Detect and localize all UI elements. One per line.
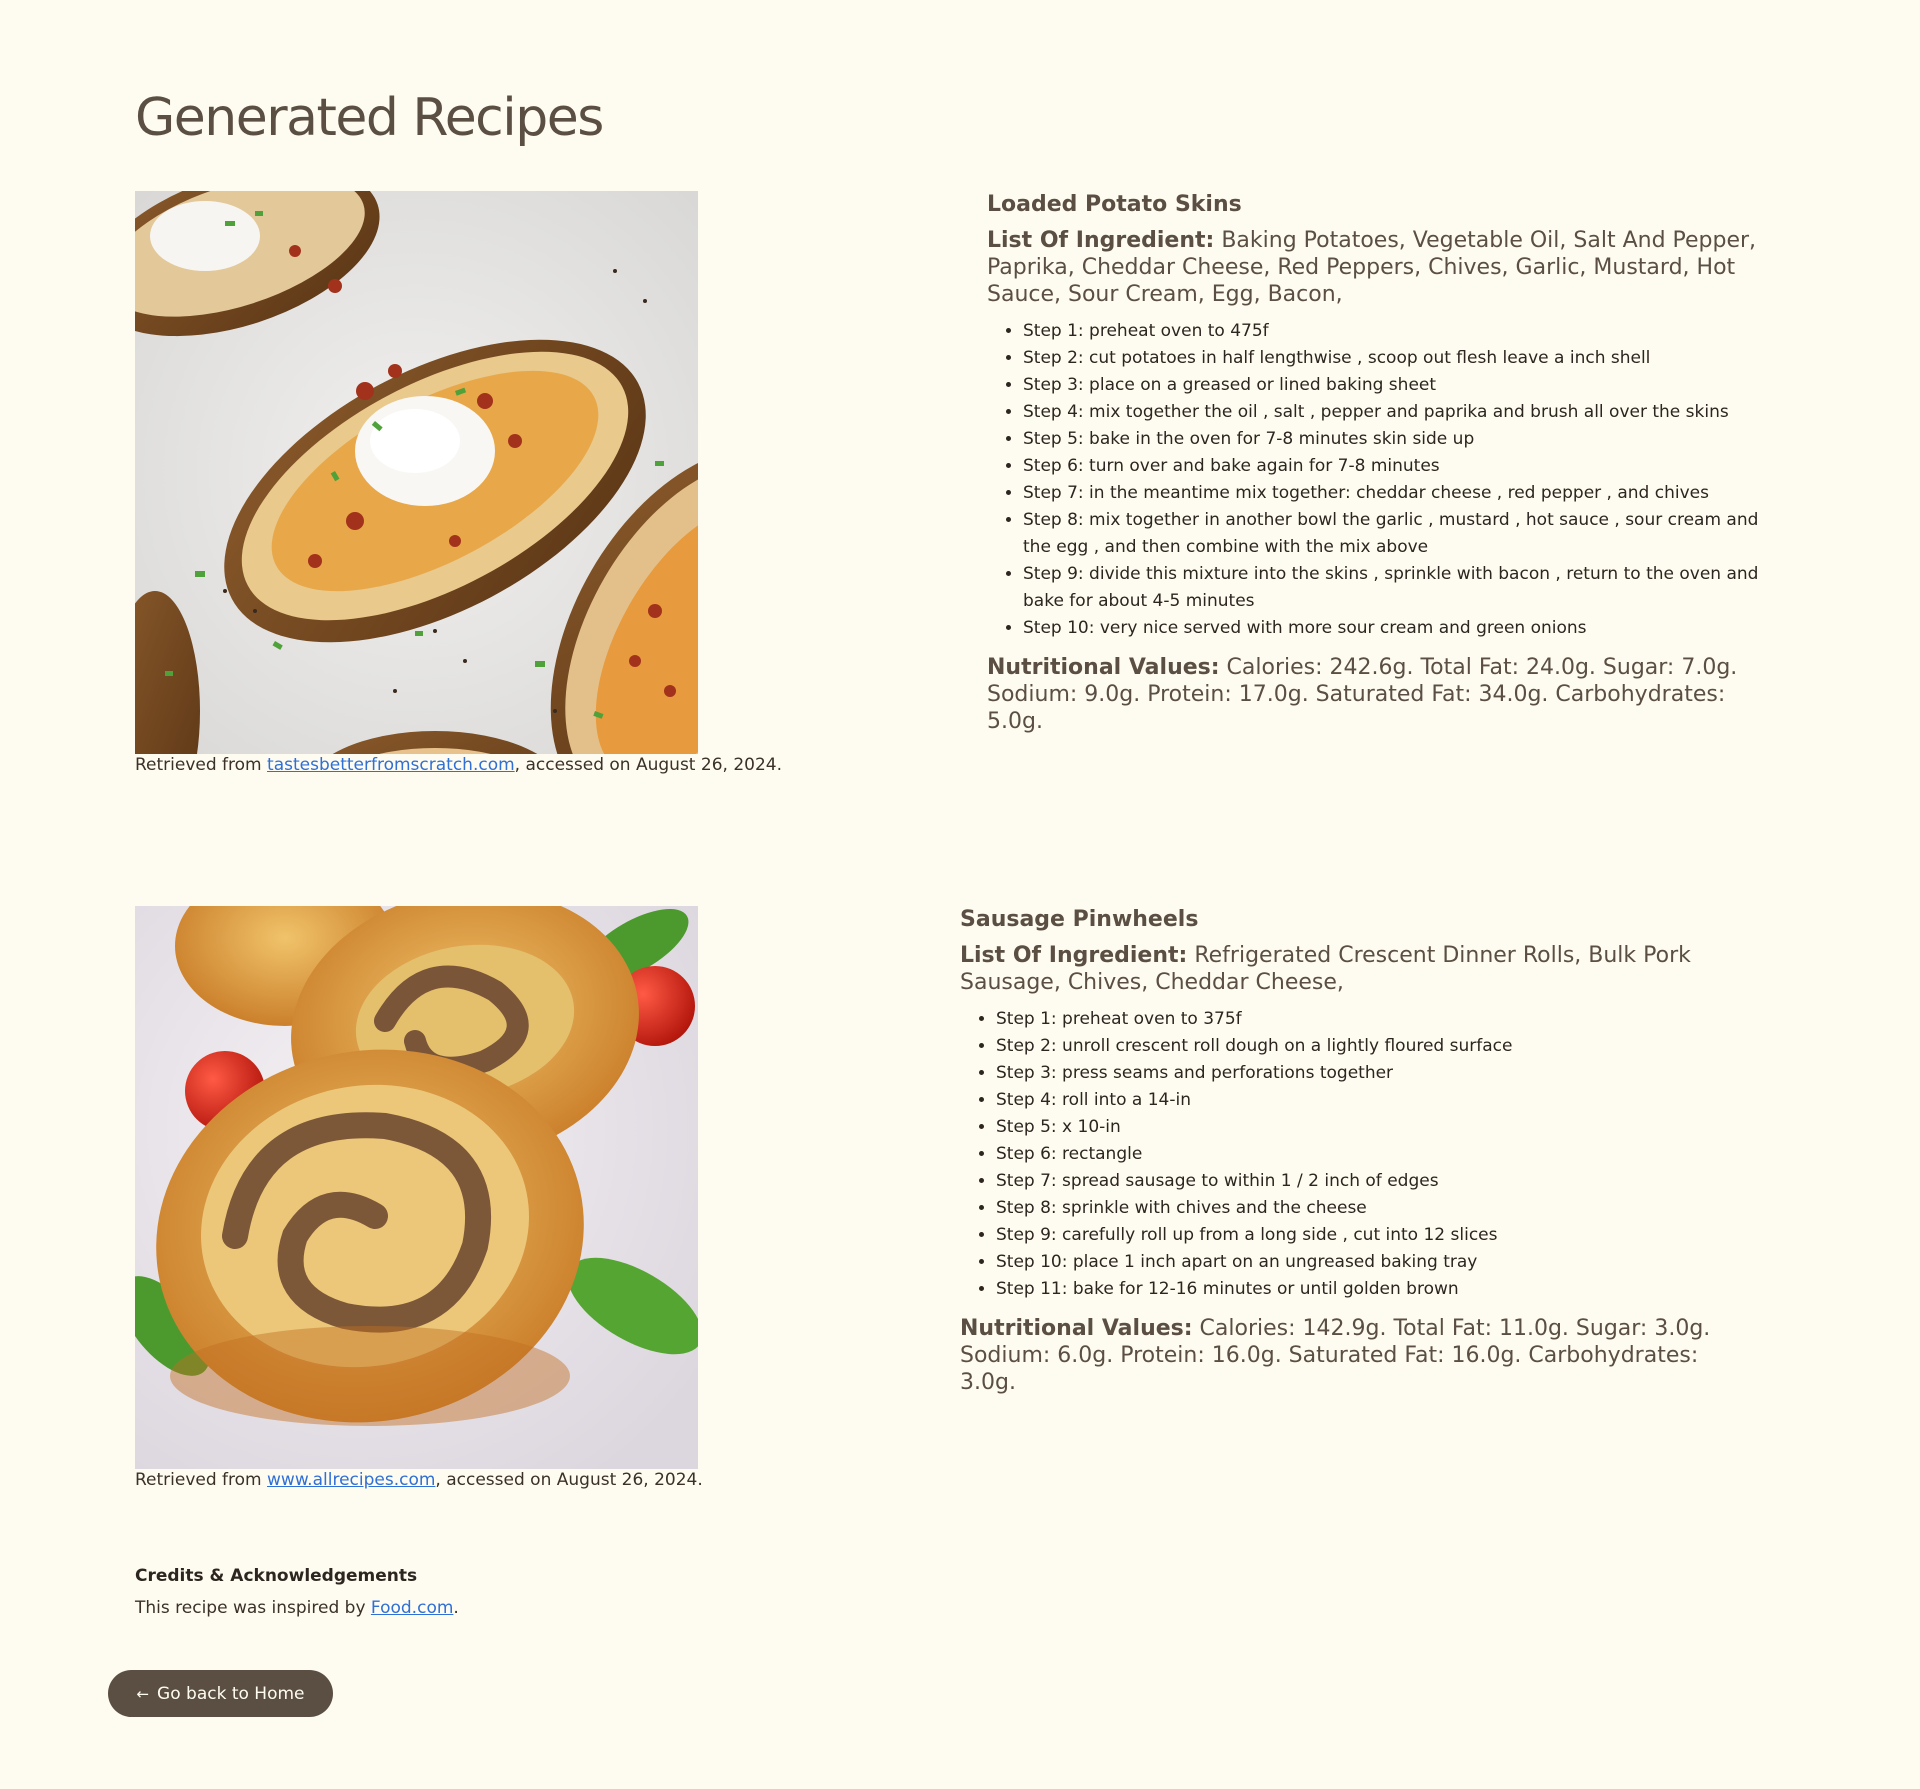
step-item: Step 4: roll into a 14-in [996, 1087, 1750, 1114]
step-item: Step 2: cut potatoes in half lengthwise … [1023, 345, 1787, 372]
recipe-photo-potato-skins [135, 191, 698, 754]
credits-title: Credits & Acknowledgements [135, 1566, 418, 1586]
step-item: Step 11: bake for 12-16 minutes or until… [996, 1276, 1750, 1303]
step-item: Step 8: mix together in another bowl the… [1023, 507, 1787, 561]
recipe-title: Loaded Potato Skins [987, 192, 1242, 217]
step-item: Step 1: preheat oven to 475f [1023, 318, 1787, 345]
credits-suffix: . [453, 1598, 459, 1618]
credits-text: This recipe was inspired by Food.com. [135, 1598, 459, 1618]
image-caption: Retrieved from www.allrecipes.com, acces… [135, 1470, 703, 1490]
nutrition-label: Nutritional Values: [960, 1316, 1193, 1341]
source-link[interactable]: www.allrecipes.com [267, 1470, 435, 1490]
step-item: Step 4: mix together the oil , salt , pe… [1023, 399, 1787, 426]
source-link[interactable]: tastesbetterfromscratch.com [267, 755, 515, 775]
recipe-photo-sausage-pinwheels [135, 906, 698, 1469]
credits-link[interactable]: Food.com [371, 1598, 453, 1618]
nutrition: Nutritional Values: Calories: 142.9g. To… [960, 1315, 1750, 1396]
back-button-label: Go back to Home [157, 1683, 305, 1704]
step-item: Step 9: divide this mixture into the ski… [1023, 561, 1787, 615]
nutrition: Nutritional Values: Calories: 242.6g. To… [987, 654, 1787, 735]
step-item: Step 2: unroll crescent roll dough on a … [996, 1033, 1750, 1060]
step-item: Step 3: press seams and perforations tog… [996, 1060, 1750, 1087]
step-item: Step 10: place 1 inch apart on an ungrea… [996, 1249, 1750, 1276]
arrow-left-icon: ← [136, 1684, 150, 1703]
step-item: Step 8: sprinkle with chives and the che… [996, 1195, 1750, 1222]
credits-section: Credits & Acknowledgements This recipe w… [135, 1566, 459, 1618]
recipe-details: Loaded Potato Skins List Of Ingredient: … [987, 191, 1787, 735]
credits-prefix: This recipe was inspired by [135, 1598, 371, 1618]
caption-prefix: Retrieved from [135, 755, 268, 775]
step-item: Step 5: bake in the oven for 7-8 minutes… [1023, 426, 1787, 453]
step-item: Step 10: very nice served with more sour… [1023, 615, 1787, 642]
page-title: Generated Recipes [135, 88, 604, 148]
caption-suffix: , accessed on August 26, 2024. [435, 1470, 703, 1490]
recipe-details: Sausage Pinwheels List Of Ingredient: Re… [960, 906, 1750, 1396]
ingredients: List Of Ingredient: Baking Potatoes, Veg… [987, 227, 1787, 308]
step-item: Step 6: turn over and bake again for 7-8… [1023, 453, 1787, 480]
step-item: Step 3: place on a greased or lined baki… [1023, 372, 1787, 399]
image-caption: Retrieved from tastesbetterfromscratch.c… [135, 755, 782, 775]
steps-list: Step 1: preheat oven to 375f Step 2: unr… [960, 1006, 1750, 1303]
step-item: Step 6: rectangle [996, 1141, 1750, 1168]
ingredients: List Of Ingredient: Refrigerated Crescen… [960, 942, 1750, 996]
step-item: Step 5: x 10-in [996, 1114, 1750, 1141]
caption-suffix: , accessed on August 26, 2024. [514, 755, 782, 775]
step-item: Step 1: preheat oven to 375f [996, 1006, 1750, 1033]
ingredients-label: List Of Ingredient: [960, 943, 1188, 968]
caption-prefix: Retrieved from [135, 1470, 268, 1490]
step-item: Step 9: carefully roll up from a long si… [996, 1222, 1750, 1249]
go-back-home-button[interactable]: ← Go back to Home [108, 1670, 333, 1717]
steps-list: Step 1: preheat oven to 475f Step 2: cut… [987, 318, 1787, 642]
recipe-title: Sausage Pinwheels [960, 907, 1199, 932]
nutrition-label: Nutritional Values: [987, 655, 1220, 680]
ingredients-label: List Of Ingredient: [987, 228, 1215, 253]
step-item: Step 7: in the meantime mix together: ch… [1023, 480, 1787, 507]
step-item: Step 7: spread sausage to within 1 / 2 i… [996, 1168, 1750, 1195]
